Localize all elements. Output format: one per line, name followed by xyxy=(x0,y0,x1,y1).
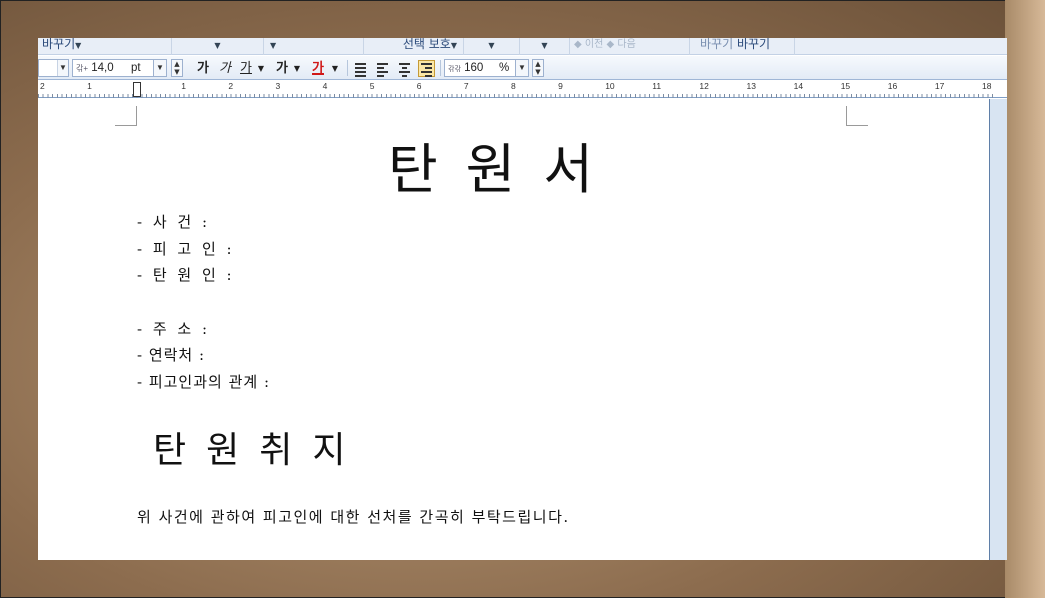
ruler-label: 10 xyxy=(605,81,615,91)
line-spacing-value: 160 xyxy=(464,62,484,74)
field-phone: - 연락처 : xyxy=(137,346,206,364)
strikethrough-button[interactable]: 가 xyxy=(273,60,291,77)
back-arrow-icon: ◆ xyxy=(574,39,582,50)
align-left-button[interactable] xyxy=(374,60,391,77)
field-defendant: - 피 고 인 : xyxy=(137,240,235,258)
select-protect-label: 선택 보호 xyxy=(402,38,451,51)
select-protect-button[interactable]: 선택 보호▼ xyxy=(364,38,464,55)
align-center-button[interactable] xyxy=(396,60,413,77)
ruler-label: 8 xyxy=(511,81,516,91)
toolbar-top: 바꾸기▼ ▼ ▼ 선택 보호▼ ▼ ▼ ◆ 이전 ◆ 다음 바꾸기 바꾸기 xyxy=(38,38,1007,55)
line-spacing-icon: 갂갂 xyxy=(448,66,461,73)
forward-arrow-icon: ◆ xyxy=(606,39,615,50)
line-spacing-spinner[interactable]: ▲ ▼ xyxy=(532,59,544,77)
style-dropdown[interactable]: ▼ xyxy=(172,38,264,55)
font-size-spinner[interactable]: ▲ ▼ xyxy=(171,59,183,77)
chevron-down-icon: ▼ xyxy=(75,41,82,50)
italic-button[interactable]: 가 xyxy=(216,60,234,77)
chevron-down-icon: ▼ xyxy=(488,41,495,50)
replace-label-2: 바꾸기 xyxy=(736,38,771,51)
ruler-label: 15 xyxy=(840,81,851,91)
ruler-label: 1 xyxy=(181,81,187,91)
ruler-label: 18 xyxy=(982,81,992,91)
margin-corner-right xyxy=(846,106,868,126)
toolbar-format: ▼ 갂+ 14,0 pt ▼ ▲ ▼ 가 가 가 ▼ 가 ▼ 가 ▼ 갂갂 160… xyxy=(38,56,1007,80)
font-dropdown[interactable]: ▼ xyxy=(264,38,364,55)
ruler-label: 2 xyxy=(40,81,45,91)
option-dropdown-1[interactable]: ▼ xyxy=(464,38,520,55)
strike-dropdown[interactable]: ▼ xyxy=(292,60,302,77)
prev-label: 이전 xyxy=(584,39,604,50)
align-right-button[interactable] xyxy=(418,60,435,77)
font-size-dropdown[interactable]: ▼ xyxy=(154,59,167,77)
underline-button[interactable]: 가 xyxy=(237,60,255,77)
replace-group[interactable]: 바꾸기 바꾸기 xyxy=(690,38,795,55)
toolbar-separator xyxy=(347,60,348,76)
ruler-label: 6 xyxy=(416,81,422,91)
chevron-down-icon: ▼ xyxy=(154,60,166,76)
ruler-label: 16 xyxy=(887,81,898,91)
field-petitioner: - 탄 원 인 : xyxy=(137,266,235,284)
font-name-combo[interactable]: ▼ xyxy=(38,59,69,77)
chevron-down-icon: ▼ xyxy=(516,60,528,76)
ruler-label: 1 xyxy=(87,81,92,91)
ruler-label: 9 xyxy=(558,81,563,91)
font-color-dropdown[interactable]: ▼ xyxy=(330,60,340,77)
ruler-label: 14 xyxy=(793,81,804,91)
ruler-label: 11 xyxy=(652,81,662,91)
field-case: - 사 건 : xyxy=(137,213,211,231)
prev-next-group[interactable]: ◆ 이전 ◆ 다음 xyxy=(570,38,690,55)
replace-dropdown-label: 바꾸기 xyxy=(42,38,76,51)
font-color-button[interactable]: 가 xyxy=(309,60,327,77)
chevron-down-icon[interactable]: ▼ xyxy=(57,60,68,76)
chevron-down-icon: ▼ xyxy=(270,41,277,50)
chevron-down-icon: ▼ xyxy=(450,41,457,50)
horizontal-ruler[interactable]: 2 1 1 2 3 4 5 6 7 8 9 10 11 12 13 14 15 16 17 18 xyxy=(38,81,1007,98)
ruler-label: 12 xyxy=(699,81,709,91)
ruler-ticks xyxy=(38,94,995,98)
section-heading: 탄원취지 xyxy=(153,430,366,471)
underline-dropdown[interactable]: ▼ xyxy=(256,60,266,77)
toolbar-separator xyxy=(440,60,441,76)
field-relationship: - 피고인과의 관계 : xyxy=(137,373,271,391)
bold-button[interactable]: 가 xyxy=(194,60,212,77)
option-dropdown-2[interactable]: ▼ xyxy=(520,38,570,55)
background-edge xyxy=(1005,0,1045,598)
line-spacing-dropdown[interactable]: ▼ xyxy=(516,59,529,77)
ruler-label: 17 xyxy=(934,81,945,91)
body-paragraph: 위 사건에 관하여 피고인에 대한 선처를 간곡히 부탁드립니다. xyxy=(137,508,570,526)
indent-marker[interactable] xyxy=(133,82,141,97)
replace-label-1: 바꾸기 xyxy=(700,38,734,51)
document-title: 탄원서 xyxy=(388,138,622,201)
font-size-combo[interactable]: 갂+ 14,0 pt xyxy=(72,59,154,77)
word-processor-window: 바꾸기▼ ▼ ▼ 선택 보호▼ ▼ ▼ ◆ 이전 ◆ 다음 바꾸기 바꾸기 ▼ … xyxy=(38,38,1007,560)
next-label: 다음 xyxy=(617,39,636,50)
ruler-label: 5 xyxy=(369,81,375,91)
font-size-icon: 갂+ xyxy=(76,64,89,73)
ruler-label: 7 xyxy=(463,81,469,91)
replace-dropdown[interactable]: 바꾸기▼ xyxy=(38,38,172,55)
ruler-label: 13 xyxy=(746,81,756,91)
font-size-unit: pt xyxy=(131,62,141,74)
chevron-down-icon: ▼ xyxy=(214,41,221,50)
align-justify-button[interactable] xyxy=(352,60,369,77)
margin-corner-left xyxy=(115,106,137,126)
line-spacing-unit: % xyxy=(499,62,510,74)
ruler-label: 3 xyxy=(275,81,281,91)
font-size-value: 14,0 xyxy=(91,62,114,74)
chevron-down-icon: ▼ xyxy=(541,41,548,50)
page-right-margin xyxy=(989,99,1007,560)
ruler-label: 2 xyxy=(228,81,234,91)
document-page[interactable]: 탄원서 - 사 건 : - 피 고 인 : - 탄 원 인 : - 주 소 : … xyxy=(38,99,989,560)
line-spacing-combo[interactable]: 갂갂 160 % xyxy=(444,59,516,77)
field-address: - 주 소 : xyxy=(137,320,211,338)
ruler-label: 4 xyxy=(322,81,328,91)
